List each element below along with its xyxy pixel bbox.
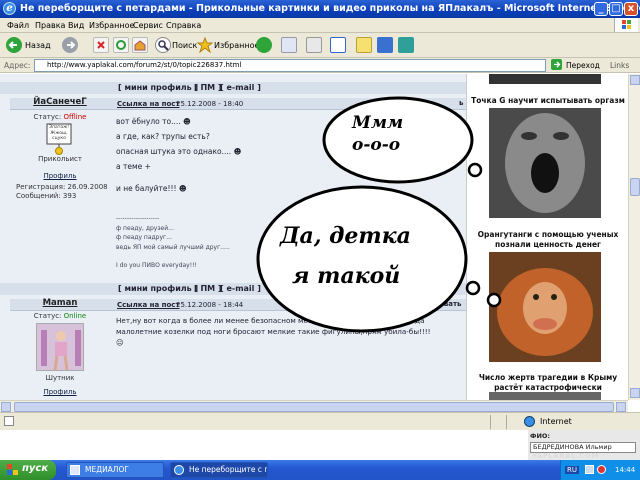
links-label[interactable]: Links — [610, 61, 629, 70]
menu-tools[interactable]: Сервис — [133, 21, 163, 30]
scroll-down-button[interactable] — [630, 388, 640, 398]
scroll-right-button[interactable] — [616, 402, 626, 412]
fio-label: ФИО: — [530, 432, 551, 440]
scroll-thumb[interactable] — [14, 402, 614, 412]
window-title: Не переборщите с петардами - Прикольные … — [20, 3, 640, 14]
vertical-scrollbar[interactable] — [628, 74, 640, 400]
address-label: Адрес: — [4, 61, 31, 70]
globe-icon — [524, 416, 535, 427]
stop-icon[interactable] — [93, 37, 109, 53]
messenger-icon[interactable] — [377, 37, 393, 53]
address-bar: Адрес: http://www.yaplakal.com/forum2/st… — [0, 58, 640, 73]
ie-logo-icon: e — [3, 2, 16, 15]
language-indicator[interactable]: RU — [565, 466, 579, 474]
bubble-tail-circle — [465, 280, 481, 296]
taskbar-item-medialog[interactable]: МЕДИАЛОГ — [66, 462, 164, 478]
menu-file[interactable]: Файл — [7, 21, 29, 30]
horizontal-scrollbar[interactable] — [0, 400, 628, 412]
favorites-label[interactable]: Избранное — [214, 41, 259, 50]
research-icon[interactable] — [398, 37, 414, 53]
word-edit-icon[interactable] — [330, 37, 346, 53]
search-label[interactable]: Поиск — [172, 41, 197, 50]
watermark: YAPLAKAL.COM — [532, 452, 599, 460]
tray-icon[interactable] — [597, 465, 606, 474]
ie-logo-icon — [174, 465, 184, 475]
clock: 14:44 — [615, 466, 636, 474]
start-button[interactable]: пуск — [0, 460, 56, 480]
bubble-tail-circle — [486, 292, 502, 308]
home-icon[interactable] — [132, 37, 148, 53]
notes-icon[interactable] — [356, 37, 372, 53]
bubble-tail-circle — [467, 162, 483, 178]
tray-icon[interactable] — [585, 465, 594, 474]
security-zone: Internet — [540, 417, 572, 426]
back-arrow-icon[interactable] — [6, 37, 22, 53]
divider — [490, 415, 491, 429]
favorites-star-icon[interactable] — [196, 36, 214, 54]
address-url: http://www.yaplakal.com/forum2/st/0/topi… — [47, 61, 242, 69]
status-bar: Internet — [0, 412, 640, 430]
print-icon[interactable] — [306, 37, 322, 53]
search-icon[interactable] — [155, 37, 171, 53]
scroll-up-button[interactable] — [630, 75, 640, 85]
bubble-text-bottom: Да, детка я такой — [280, 223, 411, 289]
divider — [506, 415, 507, 429]
menu-help[interactable]: Справка — [166, 21, 201, 30]
back-label[interactable]: Назад — [25, 41, 51, 50]
windows-flag-icon — [7, 464, 18, 475]
page-icon — [4, 416, 14, 426]
menu-favorites[interactable]: Избранное — [89, 21, 134, 30]
go-label: Переход — [566, 61, 600, 70]
menu-edit[interactable]: Правка — [35, 21, 65, 30]
scroll-thumb[interactable] — [630, 178, 640, 196]
toolbar: Назад Поиск Избранное — [0, 33, 640, 58]
scroll-left-button[interactable] — [1, 402, 11, 412]
start-label: пуск — [22, 463, 49, 474]
menu-view[interactable]: Вид — [68, 21, 84, 30]
maximize-button[interactable]: □ — [609, 2, 623, 16]
minimize-button[interactable]: _ — [594, 2, 608, 16]
system-tray: RU 14:44 — [560, 460, 640, 480]
taskbar-item-ie[interactable]: Не переборщите с п... — [170, 462, 268, 478]
go-button[interactable]: Переход — [549, 59, 603, 72]
address-input[interactable]: http://www.yaplakal.com/forum2/st/0/topi… — [34, 59, 546, 72]
forward-arrow-icon[interactable] — [62, 37, 78, 53]
bubble-text-top: Ммм о-о-о — [352, 113, 404, 155]
windows-flag-icon — [614, 18, 638, 32]
mail-icon[interactable] — [281, 37, 297, 53]
app-icon — [70, 465, 80, 475]
history-icon[interactable] — [256, 37, 272, 53]
title-bar[interactable]: e Не переборщите с петардами - Прикольны… — [0, 0, 640, 18]
refresh-icon[interactable] — [113, 37, 129, 53]
close-button[interactable]: x — [624, 2, 638, 16]
page-content: [ мини профиль ] [ ПМ ] [ e-mail ] Ссылк… — [0, 74, 628, 400]
menu-bar: Файл Правка Вид Избранное Сервис Справка — [0, 18, 640, 33]
taskbar: пуск МЕДИАЛОГ Не переборщите с п... RU 1… — [0, 460, 640, 480]
